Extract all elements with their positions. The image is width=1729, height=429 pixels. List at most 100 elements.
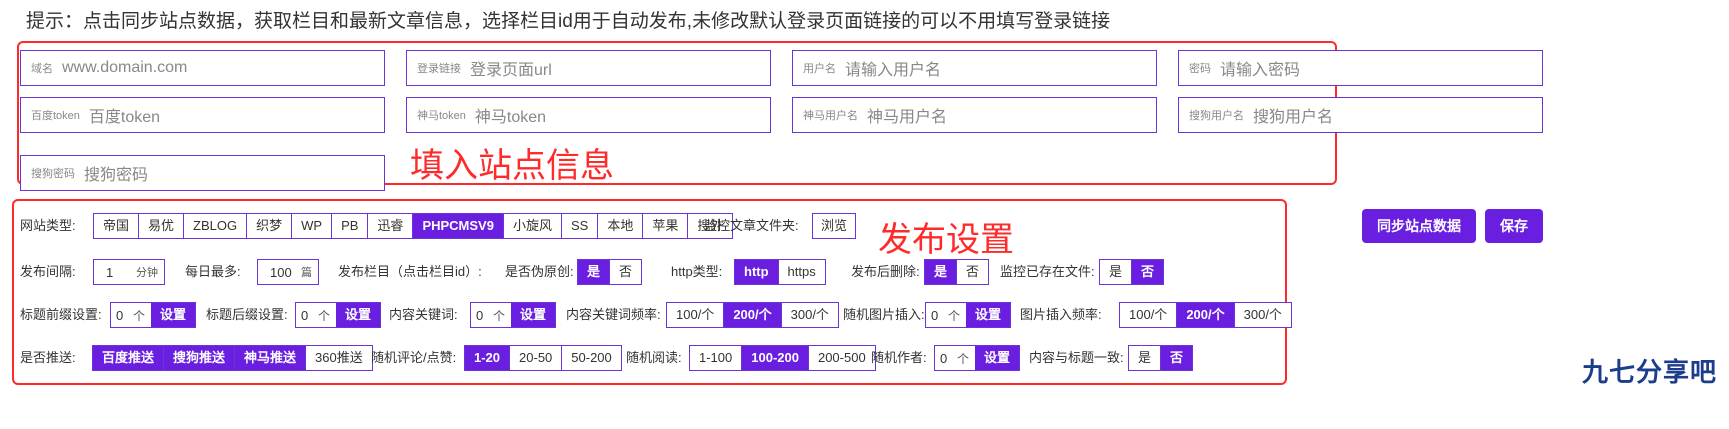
site-type-option[interactable]: PB [331,214,368,238]
delete-after-no[interactable]: 否 [956,260,989,284]
keyword-frequency-option[interactable]: 100/个 [667,303,724,327]
monitor-existing-yes[interactable]: 是 [1100,260,1132,284]
title-match-yes[interactable]: 是 [1129,346,1161,370]
monitor-existing-label: 监控已存在文件: [1000,264,1095,279]
push-option-sogou[interactable]: 搜狗推送 [163,346,235,370]
sync-site-data-button[interactable]: 同步站点数据 [1362,209,1476,243]
shenma-username-field-label: 神马用户名 [803,110,858,122]
push-label: 是否推送: [20,350,76,365]
site-info-annotation: 填入站点信息 [410,147,614,185]
random-reads-label: 随机阅读: [626,350,682,365]
baidu-token-field-placeholder: 百度token [88,109,161,126]
image-frequency-option-selected[interactable]: 200/个 [1176,303,1234,327]
http-type-label: http类型: [671,264,723,279]
keyword-frequency-selector: 100/个 200/个 300/个 [666,302,839,328]
pseudo-original-yes[interactable]: 是 [578,260,610,284]
http-type-toggle: http https [734,259,826,285]
random-reads-option[interactable]: 200-500 [807,346,875,370]
random-image-set-button[interactable]: 设置 [965,303,1010,327]
pseudo-original-no[interactable]: 否 [609,260,642,284]
login-url-field-label: 登录链接 [417,63,461,75]
login-url-field[interactable]: 登录链接 登录页面url [406,50,771,86]
image-frequency-selector: 100/个 200/个 300/个 [1119,302,1292,328]
random-image-input[interactable]: 0个 [926,303,966,327]
title-suffix-input[interactable]: 0个 [296,303,336,327]
random-reads-selector: 1-100 100-200 200-500 [689,345,876,371]
pseudo-original-toggle: 是 否 [577,259,643,285]
monitor-folder-label: 监控文章文件夹: [704,218,799,233]
random-author-input[interactable]: 0个 [935,346,975,370]
browse-button[interactable]: 浏览 [812,213,857,239]
content-keywords-label: 内容关键词: [389,307,458,322]
random-image-label: 随机图片插入: [843,307,925,322]
image-frequency-option[interactable]: 300/个 [1233,303,1291,327]
random-author-set-button[interactable]: 设置 [974,346,1019,370]
site-type-option[interactable]: 小旋风 [502,214,561,238]
shenma-token-field[interactable]: 神马token 神马token [406,97,771,133]
content-keywords-input[interactable]: 0个 [471,303,511,327]
title-suffix-label: 标题后缀设置: [206,307,288,322]
random-comments-selector: 1-20 20-50 50-200 [464,345,622,371]
site-type-option[interactable]: 帝国 [94,214,139,238]
password-field-label: 密码 [1189,63,1211,75]
daily-max-label: 每日最多: [185,264,241,279]
baidu-token-field-label: 百度token [31,110,80,122]
daily-max-unit: 篇 [301,267,312,279]
content-keywords-set-button[interactable]: 设置 [510,303,555,327]
hint-text: 提示：点击同步站点数据，获取栏目和最新文章信息，选择栏目id用于自动发布,未修改… [26,11,1111,32]
title-prefix-label: 标题前缀设置: [20,307,102,322]
monitor-existing-no[interactable]: 否 [1131,260,1164,284]
sogou-password-field[interactable]: 搜狗密码 搜狗密码 [20,155,385,191]
site-type-option[interactable]: 易优 [138,214,184,238]
http-option[interactable]: http [735,260,778,284]
site-type-option[interactable]: WP [291,214,332,238]
https-option[interactable]: https [777,260,825,284]
interval-input[interactable]: 1 分钟 [93,259,165,285]
delete-after-toggle: 是 否 [924,259,990,285]
pseudo-original-label: 是否伪原创: [505,264,574,279]
password-field[interactable]: 密码 请输入密码 [1178,50,1543,86]
content-keywords-control: 0个 设置 [470,302,556,328]
keyword-frequency-option[interactable]: 300/个 [780,303,838,327]
title-prefix-control: 0个 设置 [110,302,196,328]
site-type-selector: 帝国 易优 ZBLOG 织梦 WP PB 迅睿 PHPCMSV9 小旋风 SS … [93,213,734,239]
random-image-control: 0个 设置 [925,302,1011,328]
push-option-baidu[interactable]: 百度推送 [93,346,164,370]
sogou-username-field[interactable]: 搜狗用户名 搜狗用户名 [1178,97,1543,133]
random-comments-option-selected[interactable]: 1-20 [465,346,510,370]
title-prefix-set-button[interactable]: 设置 [150,303,195,327]
baidu-token-field[interactable]: 百度token 百度token [20,97,385,133]
site-type-option[interactable]: 织梦 [246,214,292,238]
shenma-username-field[interactable]: 神马用户名 神马用户名 [792,97,1157,133]
watermark-logo: 九七分享吧 [1581,357,1717,387]
push-option-shenma[interactable]: 神马推送 [234,346,306,370]
site-type-option[interactable]: ZBLOG [183,214,247,238]
random-comments-label: 随机评论/点赞: [371,350,457,365]
random-reads-option-selected[interactable]: 100-200 [741,346,808,370]
delete-after-yes[interactable]: 是 [925,260,957,284]
title-prefix-input[interactable]: 0个 [111,303,151,327]
site-type-option[interactable]: SS [560,214,598,238]
username-field[interactable]: 用户名 请输入用户名 [792,50,1157,86]
random-comments-option[interactable]: 50-200 [561,346,621,370]
domain-field[interactable]: 域名 www.domain.com [20,50,385,86]
site-type-option[interactable]: 苹果 [642,214,688,238]
site-type-option[interactable]: 本地 [597,214,643,238]
image-frequency-option[interactable]: 100/个 [1120,303,1177,327]
push-selector: 百度推送 搜狗推送 神马推送 360推送 [92,345,373,371]
site-type-option-selected[interactable]: PHPCMSV9 [412,214,503,238]
interval-unit: 分钟 [136,267,158,279]
domain-field-label: 域名 [31,63,53,75]
title-match-no[interactable]: 否 [1160,346,1193,370]
push-option-360[interactable]: 360推送 [305,346,372,370]
keyword-frequency-option-selected[interactable]: 200/个 [723,303,781,327]
random-author-unit: 个 [956,351,969,366]
title-suffix-set-button[interactable]: 设置 [335,303,380,327]
image-frequency-label: 图片插入频率: [1020,307,1102,322]
random-comments-option[interactable]: 20-50 [509,346,562,370]
daily-max-input[interactable]: 100 篇 [257,259,319,285]
save-button[interactable]: 保存 [1485,209,1543,243]
sogou-password-field-label: 搜狗密码 [31,168,75,180]
random-reads-option[interactable]: 1-100 [690,346,742,370]
site-type-option[interactable]: 迅睿 [367,214,413,238]
